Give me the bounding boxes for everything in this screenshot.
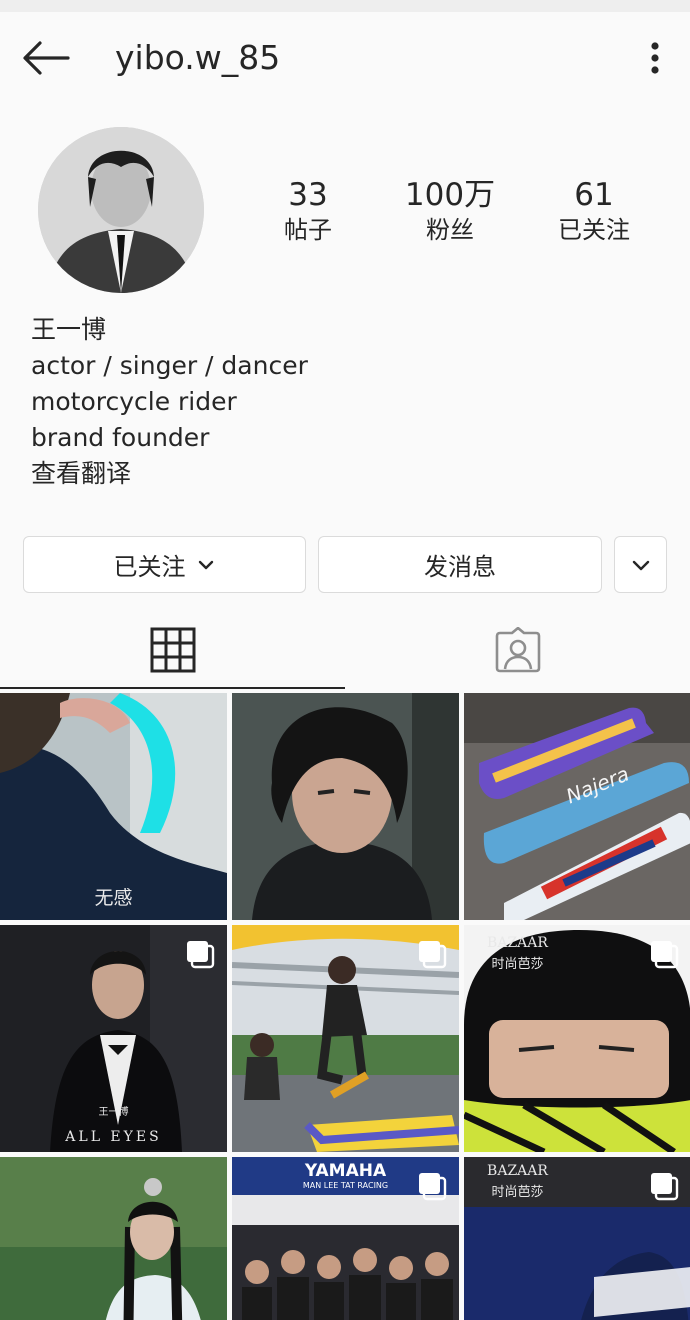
stat-followers[interactable]: 100万 粉丝 xyxy=(380,176,520,246)
stat-posts[interactable]: 33 帖子 xyxy=(238,176,378,246)
profile-tabs xyxy=(0,610,690,690)
post-thumbnail[interactable]: Najera xyxy=(464,693,690,920)
post-caption: ALL EYES xyxy=(65,1129,162,1145)
bio-line: actor / singer / dancer xyxy=(31,351,308,380)
post-caption: BAZAAR xyxy=(487,1163,548,1179)
profile-avatar[interactable] xyxy=(38,127,204,293)
chevron-down-icon xyxy=(632,560,649,570)
post-thumbnail[interactable]: 无感 xyxy=(0,693,227,920)
post-thumbnail[interactable] xyxy=(232,693,459,920)
bio-name: 王一博 xyxy=(31,315,107,344)
bio-line: motorcycle rider xyxy=(31,387,237,416)
post-caption-sub: 时尚芭莎 xyxy=(491,957,544,972)
post-thumbnail[interactable] xyxy=(0,1157,227,1320)
multiple-photos-icon xyxy=(419,1173,447,1201)
grid-icon xyxy=(150,627,195,673)
stat-following[interactable]: 61 已关注 xyxy=(524,176,664,246)
post-thumbnail[interactable]: BAZAAR 时尚芭莎 xyxy=(464,1157,690,1320)
tab-tagged[interactable] xyxy=(345,610,690,690)
profile-username: yibo.w_85 xyxy=(115,38,281,77)
multiple-photos-icon xyxy=(651,1173,679,1201)
tagged-person-icon xyxy=(495,627,540,673)
multiple-photos-icon xyxy=(651,941,679,969)
post-thumbnail[interactable]: BAZAAR 时尚芭莎 xyxy=(464,925,690,1152)
active-tab-indicator xyxy=(0,687,345,689)
post-caption: BAZAAR xyxy=(487,935,548,951)
message-button-label: 发消息 xyxy=(424,553,496,581)
profile-header: yibo.w_85 xyxy=(0,12,690,108)
back-arrow-icon[interactable] xyxy=(22,40,70,76)
chevron-down-icon xyxy=(198,560,213,569)
more-vertical-icon[interactable] xyxy=(640,38,670,78)
followers-count: 100万 xyxy=(404,177,496,213)
profile-bio: 王一博 actor / singer / dancer motorcycle r… xyxy=(31,312,651,492)
post-caption-top: 王一博 xyxy=(98,1107,129,1118)
bio-line: brand founder xyxy=(31,423,210,452)
message-button[interactable]: 发消息 xyxy=(318,536,602,593)
multiple-photos-icon xyxy=(419,941,447,969)
following-label: 已关注 xyxy=(558,216,630,244)
posts-count: 33 xyxy=(288,177,328,213)
posts-label: 帖子 xyxy=(284,216,332,244)
tab-posts-grid[interactable] xyxy=(0,610,345,690)
multiple-photos-icon xyxy=(187,941,215,969)
post-thumbnail[interactable] xyxy=(232,925,459,1152)
status-bar xyxy=(0,0,690,12)
suggested-accounts-button[interactable] xyxy=(614,536,667,593)
following-count: 61 xyxy=(574,177,614,213)
post-caption: 无感 xyxy=(94,887,133,909)
following-button[interactable]: 已关注 xyxy=(23,536,306,593)
post-caption-sub: 时尚芭莎 xyxy=(491,1185,544,1200)
post-thumbnail[interactable]: 王一博 ALL EYES xyxy=(0,925,227,1152)
see-translation-link[interactable]: 查看翻译 xyxy=(31,456,651,492)
following-button-label: 已关注 xyxy=(113,553,186,581)
followers-label: 粉丝 xyxy=(426,216,474,244)
posts-grid: 无感 Najera 王一博 ALL EYES BAZAAR 时尚芭莎 YAMAH… xyxy=(0,693,690,1320)
post-thumbnail[interactable]: YAMAHA MAN LEE TAT RACING xyxy=(232,1157,459,1320)
